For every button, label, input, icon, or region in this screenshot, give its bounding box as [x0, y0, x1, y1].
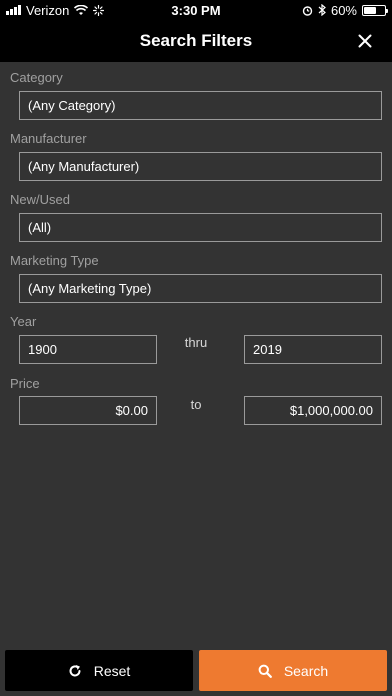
price-to-input[interactable]: $1,000,000.00: [244, 396, 382, 425]
search-button[interactable]: Search: [199, 650, 387, 691]
reset-button[interactable]: Reset: [5, 650, 193, 691]
new-used-label: New/Used: [10, 192, 70, 207]
page-title: Search Filters: [139, 31, 253, 50]
search-icon: [258, 664, 272, 678]
marketing-type-select[interactable]: (Any Marketing Type): [19, 274, 382, 303]
year-separator: thru: [184, 335, 208, 350]
refresh-icon: [69, 664, 81, 676]
manufacturer-label: Manufacturer: [10, 131, 87, 146]
marketing-type-label: Marketing Type: [10, 253, 99, 268]
nav-bar: Search Filters: [0, 20, 392, 62]
close-icon: [358, 34, 372, 48]
status-right: 60%: [302, 2, 388, 18]
reset-button-label: Reset: [93, 662, 131, 679]
alarm-icon: [302, 5, 313, 16]
status-bar: Verizon 3:30 PM 60%: [0, 0, 392, 20]
close-button[interactable]: [352, 28, 378, 54]
price-separator: to: [190, 397, 202, 412]
year-to-input[interactable]: 2019: [244, 335, 382, 364]
wifi-icon: [74, 4, 89, 15]
manufacturer-select[interactable]: (Any Manufacturer): [19, 152, 382, 181]
price-label: Price: [10, 376, 40, 391]
battery-icon: [362, 4, 388, 16]
search-button-label: Search: [283, 662, 329, 679]
status-left: Verizon: [6, 2, 105, 18]
signal-icon: [6, 5, 21, 15]
year-label: Year: [10, 314, 37, 329]
battery-fill: [364, 6, 376, 14]
activity-spinner-icon: [93, 4, 105, 16]
battery-percent: 60%: [330, 2, 357, 18]
carrier-name: Verizon: [26, 2, 70, 18]
bluetooth-icon: [318, 4, 326, 16]
category-label: Category: [10, 70, 63, 85]
new-used-select[interactable]: (All): [19, 213, 382, 242]
year-from-input[interactable]: 1900: [19, 335, 157, 364]
category-select[interactable]: (Any Category): [19, 91, 382, 120]
price-from-input[interactable]: $0.00: [19, 396, 157, 425]
